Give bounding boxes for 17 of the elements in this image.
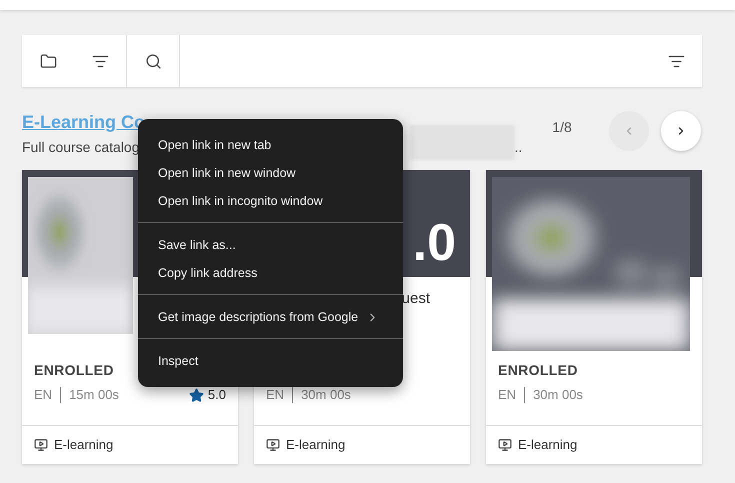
- page-indicator: 1/8: [552, 118, 572, 137]
- course-type: E-learning: [286, 436, 346, 454]
- course-title: uest: [402, 290, 430, 308]
- duration: 15m 00s: [69, 386, 119, 404]
- language: EN: [266, 386, 284, 404]
- rating: 5.0: [208, 386, 226, 404]
- course-type: E-learning: [518, 436, 578, 454]
- duration: 30m 00s: [533, 386, 583, 404]
- language: EN: [34, 386, 52, 404]
- enrollment-status: ENROLLED: [498, 360, 578, 380]
- enrollment-status: ENROLLED: [34, 360, 114, 380]
- section-subtitle: Full course catalog: [22, 138, 140, 157]
- duration: 30m 00s: [301, 386, 351, 404]
- course-type: E-learning: [54, 436, 114, 454]
- banner-text: .0: [412, 217, 456, 269]
- language: EN: [498, 386, 516, 404]
- subtitle-ellipsis: ..: [514, 138, 522, 157]
